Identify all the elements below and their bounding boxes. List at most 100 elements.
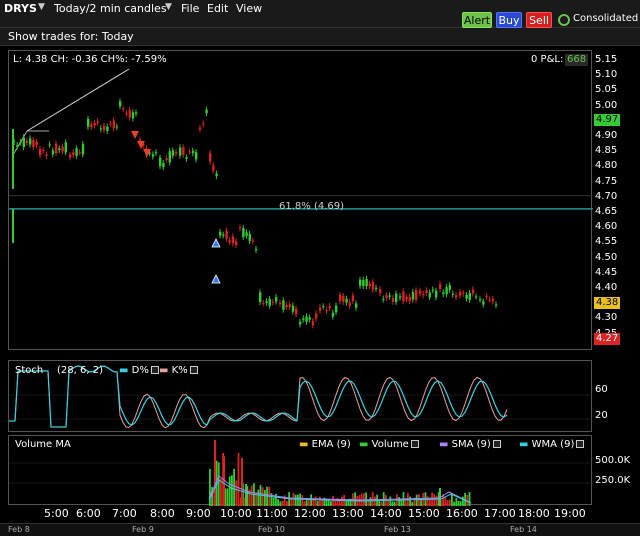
candle-body bbox=[391, 298, 395, 302]
volume-bar bbox=[209, 468, 211, 506]
stoch-ytick: 20 bbox=[595, 410, 608, 421]
volume-bar bbox=[235, 480, 238, 506]
ema-legend[interactable]: ▬ EMA (9) bbox=[299, 439, 351, 450]
volume-bar bbox=[226, 488, 229, 506]
candle-body bbox=[295, 308, 298, 315]
time-tick: 7:00 bbox=[112, 507, 137, 520]
sell-button[interactable]: Sell bbox=[526, 12, 552, 28]
candle-body bbox=[112, 120, 115, 129]
candle-body bbox=[195, 152, 198, 160]
candle-body bbox=[455, 295, 458, 298]
date-tick: Feb 14 bbox=[510, 525, 537, 534]
alert-button[interactable]: Alert bbox=[462, 12, 492, 28]
candle-body bbox=[305, 316, 308, 322]
volume-axis: 500.0K 250.0K bbox=[592, 435, 640, 505]
candle-body bbox=[51, 150, 55, 155]
sma-legend[interactable]: ▬ SMA (9) bbox=[439, 439, 501, 450]
candle-body bbox=[242, 228, 245, 238]
stoch-d-checkbox[interactable] bbox=[150, 366, 159, 374]
consolidated-icon[interactable] bbox=[558, 14, 570, 26]
timeframe-label[interactable]: Today/2 min candles bbox=[54, 2, 167, 15]
stoch-d-legend[interactable]: ▬ D% bbox=[119, 365, 159, 376]
buy-marker-icon bbox=[211, 274, 221, 284]
volume-label: Volume bbox=[371, 439, 409, 450]
candle-body bbox=[179, 147, 182, 156]
time-tick: 19:00 bbox=[554, 507, 586, 520]
volume-panel[interactable]: Volume MA ▬ EMA (9) ▬ Volume ▬ SMA (9) ▬… bbox=[8, 435, 593, 506]
symbol-dropdown-icon[interactable]: ▼ bbox=[38, 2, 45, 12]
candle-body bbox=[382, 298, 385, 300]
show-trades-label: Show trades for: Today bbox=[8, 30, 134, 43]
candle-body bbox=[39, 148, 42, 156]
price-ytick: 5.15 bbox=[595, 54, 618, 65]
price-ytick: 4.60 bbox=[595, 221, 618, 233]
price-chart-panel[interactable]: L: 4.38 CH: -0.36 CH%: -7.59% 0 P&L: 668… bbox=[8, 50, 593, 350]
volume-bar bbox=[250, 485, 253, 506]
candle-body bbox=[139, 139, 142, 141]
candle-body bbox=[271, 301, 275, 303]
menu-view[interactable]: View bbox=[236, 2, 262, 15]
show-trades-value[interactable]: Today bbox=[102, 30, 134, 43]
stoch-k-label: K% bbox=[171, 365, 188, 376]
candle-body bbox=[175, 152, 178, 154]
buy-button[interactable]: Buy bbox=[496, 12, 522, 28]
candle-body bbox=[231, 236, 235, 244]
price-ytick: 4.50 bbox=[595, 251, 618, 263]
candle-body bbox=[285, 305, 288, 308]
candle-body bbox=[191, 150, 195, 154]
symbol-label[interactable]: DRYS bbox=[4, 2, 37, 16]
candle-body bbox=[302, 318, 305, 320]
timeframe-dropdown-icon[interactable]: ▼ bbox=[165, 2, 172, 12]
volume-title: Volume MA bbox=[15, 439, 71, 450]
candle-body bbox=[265, 301, 268, 303]
stoch-params: (28, 6, 2) bbox=[57, 365, 103, 376]
wma-legend[interactable]: ▬ WMA (9) bbox=[519, 439, 585, 450]
candle-body bbox=[445, 287, 448, 295]
candle-body bbox=[93, 123, 96, 126]
stoch-k-checkbox[interactable] bbox=[189, 366, 198, 374]
volume-bar bbox=[261, 487, 264, 506]
price-ytick: 5.00 bbox=[595, 99, 618, 111]
stoch-k-legend[interactable]: ▬ K% bbox=[159, 365, 198, 376]
candle-body bbox=[209, 152, 212, 162]
volume-bar bbox=[264, 490, 266, 506]
candle-body bbox=[19, 141, 22, 143]
candle-body bbox=[491, 298, 495, 302]
candle-body bbox=[342, 295, 345, 303]
candle-body bbox=[64, 142, 67, 153]
consolidated-label[interactable]: Consolidated bbox=[573, 13, 638, 24]
candle-body bbox=[168, 151, 171, 163]
candle-body bbox=[482, 301, 485, 305]
candle-body bbox=[199, 127, 202, 130]
sma-checkbox[interactable] bbox=[492, 440, 501, 448]
date-tick: Feb 9 bbox=[132, 525, 154, 534]
volume-bar bbox=[237, 453, 240, 506]
wma-checkbox[interactable] bbox=[576, 440, 585, 448]
candle-body bbox=[339, 295, 342, 302]
price-ytick: 4.85 bbox=[595, 145, 618, 157]
candle-body bbox=[78, 152, 81, 154]
candle-body bbox=[315, 313, 318, 319]
menu-edit[interactable]: Edit bbox=[207, 2, 228, 15]
date-bar[interactable]: Feb 8 Feb 9 Feb 10 Feb 13 Feb 14 bbox=[0, 523, 640, 536]
candle-body bbox=[58, 148, 61, 151]
candle-body bbox=[239, 227, 242, 229]
candle-body bbox=[81, 144, 85, 155]
candle-body bbox=[435, 290, 438, 298]
date-tick: Feb 13 bbox=[384, 525, 411, 534]
candle-body bbox=[488, 299, 491, 301]
volume-checkbox[interactable] bbox=[410, 440, 419, 448]
menu-file[interactable]: File bbox=[181, 2, 199, 15]
volume-bar bbox=[228, 476, 231, 506]
candle-body bbox=[215, 173, 218, 177]
candle-body bbox=[16, 145, 19, 147]
candle-body bbox=[259, 292, 262, 303]
candle-body bbox=[72, 152, 75, 155]
volume-legend[interactable]: ▬ Volume bbox=[359, 439, 419, 450]
stoch-panel[interactable]: Stoch (28, 6, 2) ▬ D% ▬ K% bbox=[8, 360, 593, 432]
candle-body bbox=[151, 154, 155, 157]
candle-body bbox=[451, 293, 455, 295]
price-ytick: 4.90 bbox=[595, 130, 618, 141]
candle-body bbox=[61, 146, 64, 152]
time-tick: 6:00 bbox=[76, 507, 101, 520]
